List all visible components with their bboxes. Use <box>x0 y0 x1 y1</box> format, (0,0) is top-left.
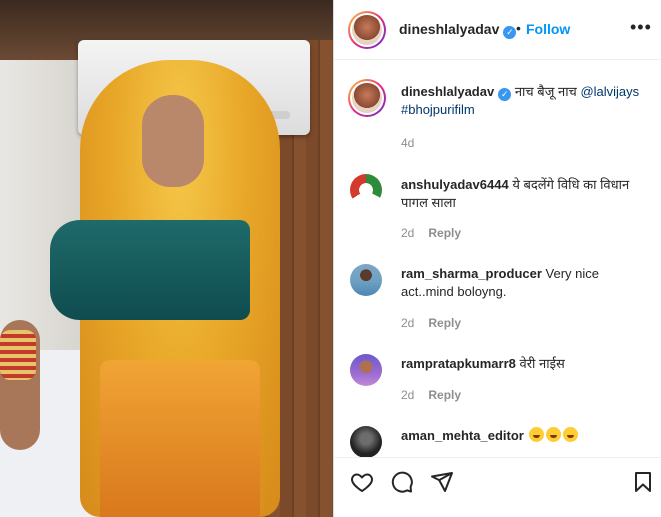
more-options-icon[interactable]: ••• <box>630 18 652 36</box>
action-bar <box>334 457 661 517</box>
teal-blouse <box>50 220 250 320</box>
comment-meta: 2d Reply <box>401 226 461 240</box>
comment-item: ram_sharma_producer Very nice act..mind … <box>334 256 661 336</box>
man-avatar[interactable] <box>350 354 382 386</box>
separator-dot: • <box>516 20 521 36</box>
comment-age: 2d <box>401 388 415 402</box>
comment-item: anshulyadav6444 ये बदलेंगे विधि का विधान… <box>334 166 661 246</box>
caption-body: नाच बैजू नाच <box>514 84 577 99</box>
bangles <box>0 330 36 380</box>
comment-meta: 2d Reply <box>401 316 461 330</box>
comment-username[interactable]: aman_mehta_editor <box>401 428 524 443</box>
laughing-emoji-icon <box>529 427 545 442</box>
comment-text: anshulyadav6444 ये बदलेंगे विधि का विधान… <box>401 176 651 212</box>
comment-icon[interactable] <box>390 470 416 496</box>
comment-text: ram_sharma_producer Very nice act..mind … <box>401 265 651 301</box>
comment-text: rampratapkumarr8 वेरी नाईस <box>401 355 651 373</box>
verified-badge-icon: ✓ <box>498 88 512 101</box>
caption-username[interactable]: dineshlalyadav <box>401 84 494 99</box>
flag-avatar[interactable] <box>350 174 382 206</box>
caption-text: dineshlalyadav ✓ नाच बैजू नाच @lalvijays … <box>401 83 651 119</box>
author-username[interactable]: dineshlalyadav ✓ <box>399 21 517 39</box>
verified-badge-icon: ✓ <box>503 26 517 39</box>
author-avatar[interactable] <box>348 11 386 49</box>
reply-button[interactable]: Reply <box>428 388 461 402</box>
reply-button[interactable]: Reply <box>428 316 461 330</box>
man-avatar[interactable] <box>350 264 382 296</box>
comment-age: 2d <box>401 226 415 240</box>
person-figure <box>40 60 290 517</box>
comment-text: aman_mehta_editor <box>401 427 651 445</box>
bookmark-icon[interactable] <box>631 470 657 496</box>
face <box>142 95 204 187</box>
follow-button[interactable]: Follow <box>526 21 570 37</box>
caption-avatar[interactable] <box>348 79 386 117</box>
post-side-panel: dineshlalyadav ✓ • Follow ••• dineshlalya… <box>333 0 661 517</box>
caption-hashtag[interactable]: #bhojpurifilm <box>401 102 475 117</box>
comment-username[interactable]: anshulyadav6444 <box>401 177 509 192</box>
post-media[interactable] <box>0 0 333 517</box>
paper-plane-icon[interactable] <box>430 470 456 496</box>
laughing-emoji-icon <box>546 427 562 442</box>
caption-mention[interactable]: @lalvijays <box>580 84 639 99</box>
post-header: dineshlalyadav ✓ • Follow ••• <box>334 0 661 60</box>
comment-body: वेरी नाईस <box>519 356 565 371</box>
comment-item: rampratapkumarr8 वेरी नाईस 2d Reply <box>334 346 661 416</box>
caption: dineshlalyadav ✓ नाच बैजू नाच @lalvijays … <box>334 61 661 151</box>
dark-avatar[interactable] <box>350 426 382 457</box>
laughing-emoji-icon <box>563 427 579 442</box>
orange-skirt <box>100 360 260 517</box>
comment-meta: 2d Reply <box>401 388 461 402</box>
comment-username[interactable]: ram_sharma_producer <box>401 266 542 281</box>
heart-icon[interactable] <box>350 470 376 496</box>
reply-button[interactable]: Reply <box>428 226 461 240</box>
comment-item: aman_mehta_editor <box>334 421 661 457</box>
comments-list[interactable]: dineshlalyadav ✓ नाच बैजू नाच @lalvijays … <box>334 61 661 457</box>
comment-age: 2d <box>401 316 415 330</box>
comment-username[interactable]: rampratapkumarr8 <box>401 356 516 371</box>
caption-age: 4d <box>401 136 415 150</box>
